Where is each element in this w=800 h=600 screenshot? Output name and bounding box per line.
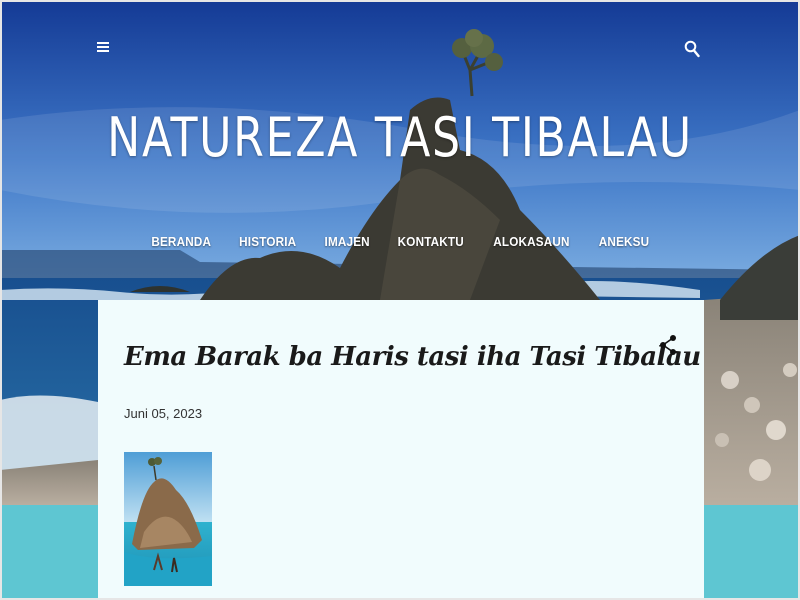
post-date: Juni 05, 2023 — [124, 406, 203, 421]
nav-item-imajen[interactable]: IMAJEN — [314, 234, 379, 249]
main-navigation: BERANDA HISTORIA IMAJEN KONTAKTU ALOKASA… — [0, 234, 800, 249]
nav-item-aneksu[interactable]: ANEKSU — [589, 234, 659, 249]
nav-item-beranda[interactable]: BERANDA — [141, 234, 221, 249]
nav-item-historia[interactable]: HISTORIA — [229, 234, 306, 249]
menu-button[interactable] — [96, 40, 118, 62]
nav-item-alokasaun[interactable]: ALOKASAUN — [484, 234, 580, 249]
hamburger-menu-icon — [97, 42, 109, 52]
post-thumbnail-image[interactable] — [124, 452, 212, 586]
share-icon — [660, 335, 676, 355]
beach-rock-thumbnail — [124, 452, 212, 586]
post-card: Ema Barak ba Haris tasi iha Tasi Tibalau… — [98, 300, 704, 600]
nav-item-kontaktu[interactable]: KONTAKTU — [388, 234, 474, 249]
search-button[interactable] — [684, 40, 708, 64]
share-button[interactable] — [658, 334, 680, 358]
site-title[interactable]: NATUREZA TASI TIBALAU — [72, 106, 728, 169]
search-icon — [684, 40, 700, 58]
post-title[interactable]: Ema Barak ba Haris tasi iha Tasi Tibalau — [124, 342, 701, 372]
